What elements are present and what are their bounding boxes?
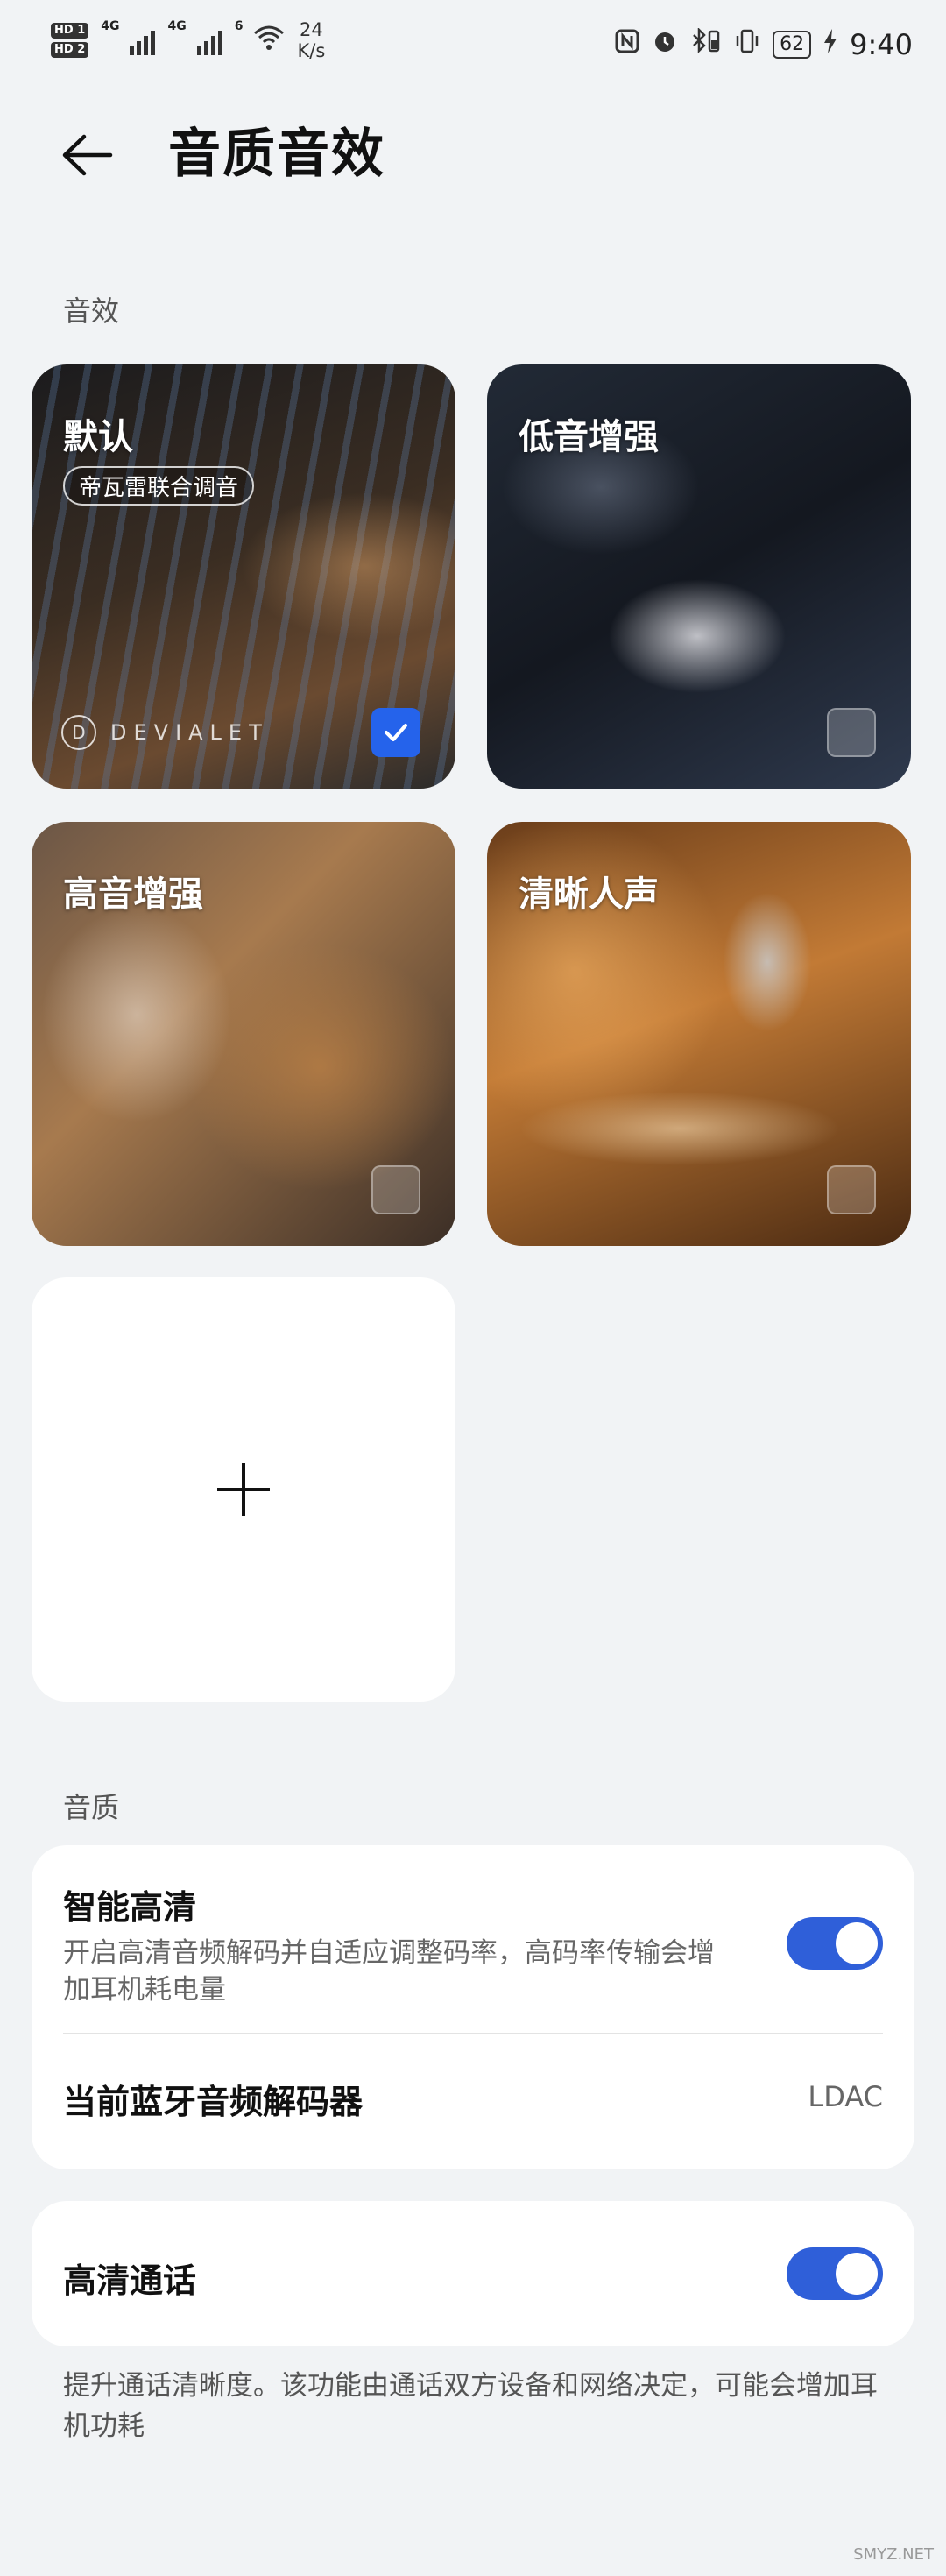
effect-card-label: 高音增强 — [63, 874, 203, 915]
network-speed: 24 K/s — [297, 19, 325, 61]
codec-label: 当前蓝牙音频解码器 — [63, 2083, 364, 2121]
effect-card-label: 低音增强 — [519, 417, 659, 457]
bluetooth-battery-icon — [690, 26, 722, 61]
selected-checkbox[interactable] — [371, 708, 420, 757]
quality-settings-panel: 智能高清 开启高清音频解码并自适应调整码率，高码率传输会增加耳机耗电量 当前蓝牙… — [32, 1845, 914, 2169]
status-bar-left: HD 1 HD 2 4G 4G 6 24 K/s — [51, 19, 325, 61]
effect-card-clear-vocals[interactable]: 清晰人声 — [487, 822, 911, 1246]
speed-value: 24 — [300, 19, 323, 40]
divider — [63, 2033, 883, 2034]
toggle-knob — [836, 2253, 878, 2295]
watermark: SMYZ.NET — [853, 2545, 934, 2564]
hd-call-panel: 高清通话 — [32, 2201, 914, 2346]
battery-level: 62 — [773, 31, 812, 59]
add-effect-button[interactable] — [32, 1277, 455, 1702]
back-button[interactable] — [58, 124, 119, 186]
charging-icon — [823, 29, 837, 60]
tuning-badge: 帝瓦雷联合调音 — [63, 466, 255, 506]
signal-icon-2 — [196, 25, 222, 55]
wifi-generation: 6 — [234, 19, 244, 33]
effects-section-label: 音效 — [63, 294, 120, 328]
hd-call-title: 高清通话 — [63, 2261, 197, 2300]
devialet-brand: D DEVIALET — [61, 715, 269, 750]
brand-text: DEVIALET — [110, 720, 269, 745]
effect-card-label: 清晰人声 — [519, 874, 659, 915]
effect-card-treble-boost[interactable]: 高音增强 — [32, 822, 455, 1246]
hd1-badge: HD 1 — [51, 23, 89, 39]
quality-section-label: 音质 — [63, 1791, 120, 1824]
speed-unit: K/s — [297, 40, 326, 61]
page-title: 音质音效 — [168, 124, 385, 185]
arrow-left-icon — [62, 134, 113, 176]
nfc-icon — [615, 29, 639, 60]
unselected-checkbox[interactable] — [827, 1165, 876, 1214]
smart-hd-toggle[interactable] — [787, 1917, 883, 1970]
hd-call-footnote: 提升通话清晰度。该功能由通话双方设备和网络决定，可能会增加耳机功耗 — [63, 2370, 878, 2442]
clock: 9:40 — [850, 28, 913, 61]
network-type-1: 4G — [101, 19, 120, 33]
vibrate-icon — [734, 28, 760, 61]
effect-card-default[interactable]: 默认 帝瓦雷联合调音 D DEVIALET — [32, 364, 455, 789]
hd-indicators: HD 1 HD 2 — [51, 23, 89, 58]
effect-card-bass-boost[interactable]: 低音增强 — [487, 364, 911, 789]
smart-hd-description: 开启高清音频解码并自适应调整码率，高码率传输会增加耳机耗电量 — [63, 1937, 715, 2006]
status-bar-right: 62 9:40 — [615, 26, 913, 61]
alarm-icon — [652, 28, 678, 61]
unselected-checkbox[interactable] — [371, 1165, 420, 1214]
plus-icon — [217, 1463, 270, 1516]
smart-hd-title: 智能高清 — [63, 1888, 197, 1927]
toggle-knob — [836, 1922, 878, 1964]
codec-value: LDAC — [808, 2080, 883, 2113]
hd2-badge: HD 2 — [51, 42, 89, 58]
app-header: 音质音效 — [0, 98, 946, 212]
wifi-icon — [253, 25, 285, 56]
check-icon — [385, 724, 407, 741]
effect-card-label: 默认 — [63, 417, 133, 457]
status-bar: HD 1 HD 2 4G 4G 6 24 K/s 62 9:40 — [0, 0, 946, 91]
devialet-logo-icon: D — [61, 715, 96, 750]
hd-call-toggle[interactable] — [787, 2247, 883, 2300]
signal-icon — [130, 25, 156, 55]
network-type-2: 4G — [167, 19, 187, 33]
unselected-checkbox[interactable] — [827, 708, 876, 757]
